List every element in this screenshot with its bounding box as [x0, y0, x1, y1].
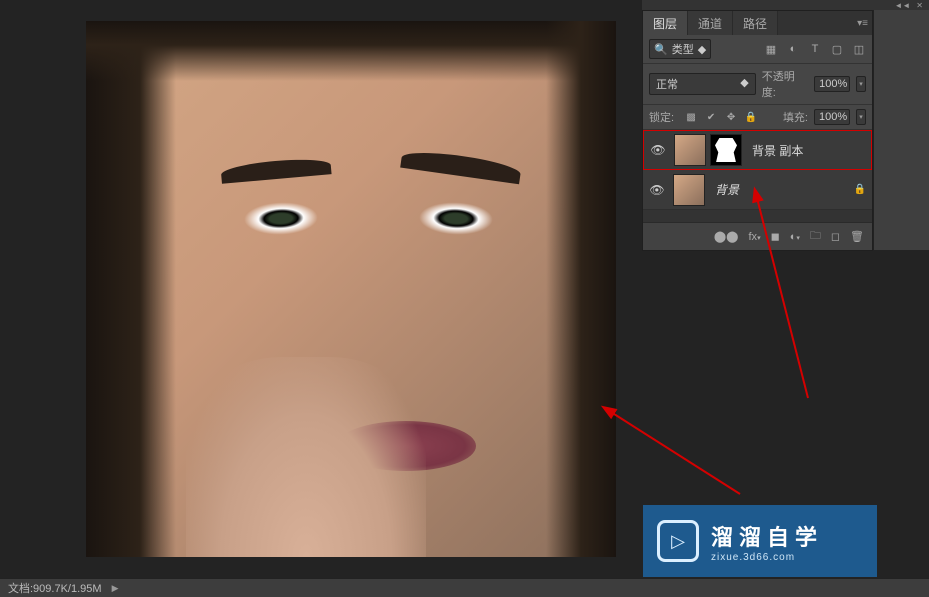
- tab-paths[interactable]: 路径: [733, 11, 778, 35]
- tab-channels[interactable]: 通道: [688, 11, 733, 35]
- layer-row-copy[interactable]: 👁 背景 副本: [643, 130, 872, 170]
- opacity-input[interactable]: 100%: [814, 76, 850, 92]
- layer-mask-thumbnail[interactable]: [710, 134, 742, 166]
- new-group-icon[interactable]: 🗀: [810, 227, 821, 246]
- blend-row: 正常 ◆ 不透明度: 100% ▾: [643, 64, 872, 105]
- layer-thumbnail[interactable]: [674, 134, 706, 166]
- watermark: ▷ 溜溜自学 zixue.3d66.com: [643, 505, 877, 577]
- lock-brush-icon[interactable]: ✔: [704, 110, 718, 124]
- canvas-image: [86, 21, 616, 557]
- document-canvas[interactable]: [86, 21, 616, 557]
- lock-position-icon[interactable]: ✥: [724, 110, 738, 124]
- blend-mode-value: 正常: [656, 76, 678, 92]
- filter-pixel-icon[interactable]: ▦: [764, 42, 778, 56]
- layer-filter-row: 🔍 类型 ◆ ▦ ◐ T ▢ ◫: [643, 35, 872, 64]
- chevron-down-icon: ◆: [740, 76, 748, 92]
- opacity-label: 不透明度:: [762, 68, 808, 100]
- lock-all-icon[interactable]: 🔒: [744, 110, 758, 124]
- add-mask-icon[interactable]: ◼: [771, 230, 780, 243]
- layer-list-empty: [643, 210, 872, 222]
- panel-collapse-bar[interactable]: ◄◄ ✕: [642, 0, 929, 10]
- filter-type-icon[interactable]: T: [808, 42, 822, 56]
- lock-indicator-icon: 🔒: [854, 184, 866, 195]
- new-layer-icon[interactable]: ◻: [831, 230, 840, 243]
- chevron-down-icon: ◆: [698, 43, 706, 56]
- lock-transparent-icon[interactable]: ▩: [684, 110, 698, 124]
- delete-layer-icon[interactable]: 🗑: [850, 230, 864, 243]
- close-panel-icon[interactable]: ✕: [916, 1, 923, 10]
- filter-smart-icon[interactable]: ◫: [852, 42, 866, 56]
- layer-name[interactable]: 背景: [715, 181, 739, 198]
- layer-fx-icon[interactable]: fx▾: [749, 231, 761, 243]
- watermark-logo-icon: ▷: [657, 520, 699, 562]
- blend-mode-select[interactable]: 正常 ◆: [649, 73, 756, 95]
- status-bar: 文档:909.7K/1.95M ▶: [0, 578, 929, 597]
- watermark-en: zixue.3d66.com: [711, 552, 823, 563]
- lock-row: 锁定: ▩ ✔ ✥ 🔒 填充: 100% ▾: [643, 105, 872, 130]
- watermark-cn: 溜溜自学: [711, 520, 823, 552]
- opacity-flyout-icon[interactable]: ▾: [856, 76, 866, 92]
- link-layers-icon[interactable]: ⬤⬤: [714, 230, 739, 243]
- lock-label: 锁定:: [649, 109, 674, 125]
- layer-row-background[interactable]: 👁 背景 🔒: [643, 170, 872, 210]
- layer-name[interactable]: 背景 副本: [752, 142, 803, 159]
- panel-menu-icon[interactable]: ▾≡: [857, 18, 868, 29]
- visibility-eye-icon[interactable]: 👁: [649, 183, 665, 197]
- fill-flyout-icon[interactable]: ▾: [856, 109, 866, 125]
- status-flyout-icon[interactable]: ▶: [112, 583, 119, 594]
- filter-type-label: 类型: [672, 41, 694, 57]
- right-gutter: [873, 10, 929, 250]
- layer-thumbnail[interactable]: [673, 174, 705, 206]
- filter-adjust-icon[interactable]: ◐: [786, 42, 800, 56]
- adjustment-layer-icon[interactable]: ◐▾: [790, 231, 800, 243]
- search-icon: 🔍: [654, 43, 668, 56]
- fill-input[interactable]: 100%: [814, 109, 850, 125]
- layers-panel: 图层 通道 路径 ▾≡ 🔍 类型 ◆ ▦ ◐ T ▢ ◫ 正常 ◆ 不透明度: …: [642, 10, 873, 251]
- layer-list: 👁 背景 副本 👁 背景 🔒: [643, 130, 872, 222]
- tab-layers[interactable]: 图层: [643, 11, 688, 35]
- doc-info: 文档:909.7K/1.95M: [8, 580, 102, 596]
- fill-label: 填充:: [783, 109, 808, 125]
- filter-shape-icon[interactable]: ▢: [830, 42, 844, 56]
- layers-panel-footer: ⬤⬤ fx▾ ◼ ◐▾ 🗀 ◻ 🗑: [643, 222, 872, 250]
- filter-type-select[interactable]: 🔍 类型 ◆: [649, 39, 711, 59]
- panel-tabs: 图层 通道 路径 ▾≡: [643, 11, 872, 35]
- collapse-left-icon[interactable]: ◄◄: [894, 1, 910, 10]
- visibility-eye-icon[interactable]: 👁: [650, 143, 666, 157]
